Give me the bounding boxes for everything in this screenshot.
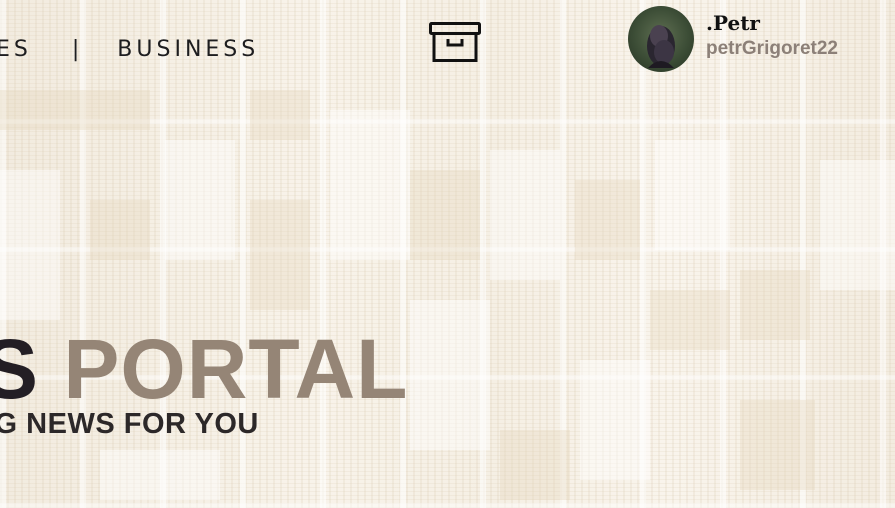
page-title-dark-part: S — [0, 322, 40, 416]
background-patch — [90, 200, 150, 260]
profile-handle: petrGrigoret22 — [706, 38, 838, 59]
archive-box-icon — [429, 22, 481, 62]
user-avatar-image — [647, 25, 675, 68]
nav-item-business[interactable]: BUSINESS — [117, 37, 259, 62]
page-title-light-part: PORTAL — [63, 322, 409, 416]
background-patch — [740, 400, 815, 490]
background-patch — [580, 360, 650, 480]
profile-name: .Petr — [706, 11, 760, 35]
background-patch — [655, 140, 730, 250]
background-patch — [575, 180, 640, 260]
background-patch — [490, 150, 560, 280]
background-patch — [250, 90, 310, 140]
background-patch — [820, 160, 895, 290]
background-patch — [740, 270, 810, 340]
top-navigation: ES | BUSINESS — [0, 34, 259, 64]
background-patch — [250, 200, 310, 310]
background-patch — [165, 140, 235, 260]
nav-separator: | — [71, 36, 80, 62]
avatar[interactable] — [628, 6, 694, 72]
background-patch — [0, 90, 150, 130]
background-patch — [410, 170, 480, 260]
archive-button[interactable] — [428, 20, 482, 64]
page-subtitle: IG NEWS FOR YOU — [0, 408, 259, 440]
background-patch — [330, 110, 410, 260]
page-title: S PORTAL — [0, 322, 408, 416]
user-profile[interactable]: .Petr petrGrigoret22 — [628, 6, 838, 72]
background-patch — [500, 430, 570, 500]
nav-item-es[interactable]: ES — [0, 37, 32, 62]
profile-info: .Petr petrGrigoret22 — [706, 11, 838, 61]
background-patch — [650, 290, 730, 350]
background-patch — [0, 170, 60, 320]
background-patch — [100, 450, 220, 500]
background-patch — [410, 300, 490, 450]
